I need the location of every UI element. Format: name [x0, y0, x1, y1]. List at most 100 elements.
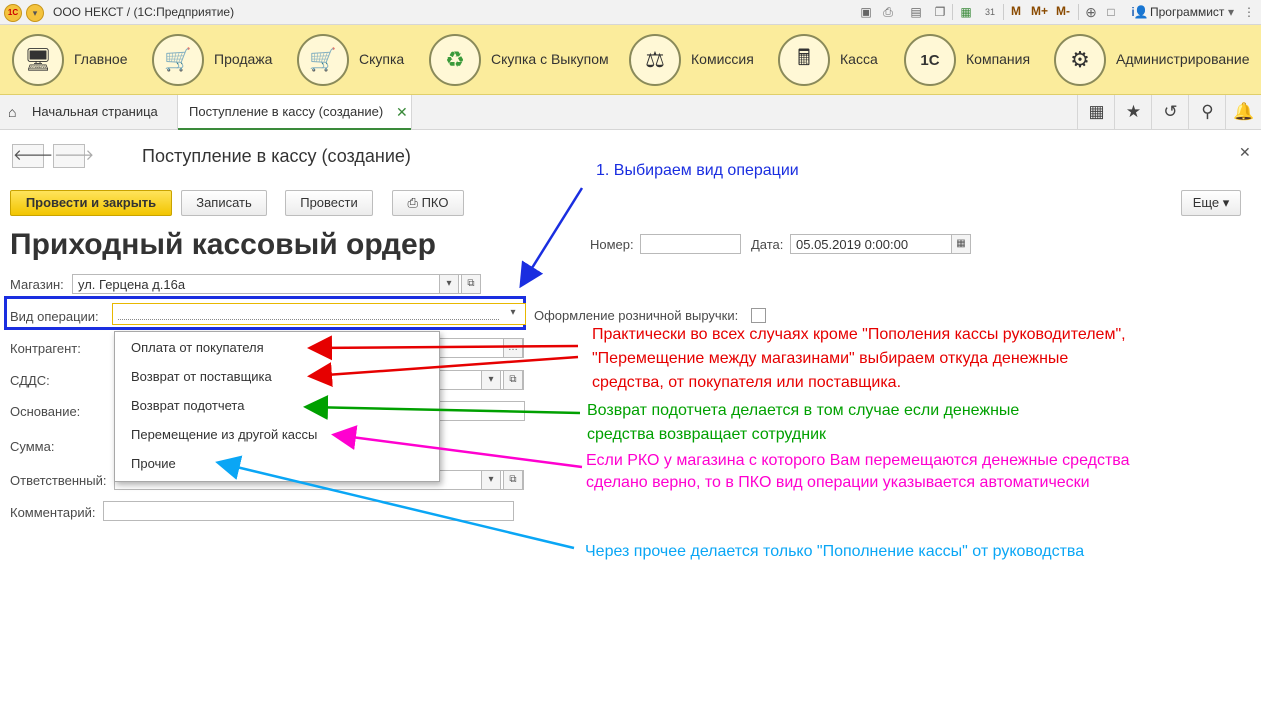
save-icon[interactable]: ▣: [858, 4, 874, 20]
chevron-down-icon[interactable]: ▾: [439, 274, 459, 294]
user-name[interactable]: Программист: [1150, 5, 1224, 19]
memory-button[interactable]: M: [1011, 4, 1021, 18]
history-icon[interactable]: ↺: [1151, 95, 1189, 129]
annotation-step1: 1. Выбираем вид операции: [596, 162, 799, 179]
number-label: Номер:: [590, 237, 634, 252]
tab-home[interactable]: ⌂ Начальная страница: [0, 95, 176, 129]
close-icon[interactable]: ✕: [396, 95, 408, 129]
save-button[interactable]: Записать: [181, 190, 267, 216]
date-input[interactable]: 05.05.2019 0:00:00 ▦: [790, 234, 971, 254]
number-input[interactable]: [640, 234, 741, 254]
shop-label: Магазин:: [10, 277, 64, 292]
copy-icon[interactable]: ❐: [932, 4, 948, 20]
pko-label: ПКО: [421, 195, 449, 210]
tab-label: Начальная страница: [32, 104, 158, 119]
dropdown-item-accountable-return[interactable]: Возврат подотчета: [131, 398, 244, 413]
star-icon[interactable]: ★: [1114, 95, 1152, 129]
scales-icon: ⚖: [629, 34, 681, 86]
cart-down-icon: 🛒: [297, 34, 349, 86]
annotation-red-line1: Практически во всех случаях кроме "Попол…: [592, 326, 1126, 343]
document-icon[interactable]: ▤: [908, 4, 924, 20]
back-button[interactable]: 🡐: [12, 144, 53, 168]
monitor-icon: 🖥: [12, 34, 64, 86]
section-label: Администрирование: [1116, 51, 1250, 67]
post-and-close-button[interactable]: Провести и закрыть: [10, 190, 172, 216]
chevron-down-icon[interactable]: ▾: [503, 304, 523, 324]
bell-icon[interactable]: 🔔: [1225, 95, 1261, 129]
chevron-down-icon[interactable]: ▾: [1223, 4, 1239, 20]
calculator-icon[interactable]: ▦: [958, 4, 974, 20]
cashflow-label: СДДС:: [10, 373, 50, 388]
form-title: Поступление в кассу (создание): [142, 146, 411, 166]
close-icon[interactable]: ✕: [1239, 144, 1251, 161]
dropdown-item-supplier-return[interactable]: Возврат от поставщика: [131, 369, 272, 384]
forward-button[interactable]: 🡒: [53, 144, 94, 168]
dropdown-item-customer-payment[interactable]: Оплата от покупателя: [131, 340, 264, 355]
annotation-cyan-line1: Через прочее делается только "Пополнение…: [585, 543, 1085, 560]
open-icon[interactable]: ⧉: [503, 370, 523, 390]
section-label: Компания: [966, 51, 1031, 67]
counterparty-label: Контрагент:: [10, 341, 81, 356]
annotation-green-line2: средства возвращает сотрудник: [587, 426, 826, 443]
pko-print-button[interactable]: ⎙ ПКО: [392, 190, 464, 216]
1c-logo-icon: 1С: [904, 34, 956, 86]
more-label: Еще: [1192, 195, 1220, 210]
cash-register-icon: 🖩: [778, 34, 830, 86]
ellipsis-icon[interactable]: …: [503, 338, 523, 358]
shop-value: ул. Герцена д.16а: [78, 277, 186, 292]
arrow-blue: [519, 187, 584, 289]
zoom-icon[interactable]: ⊕: [1083, 4, 1099, 20]
chevron-down-icon[interactable]: ▾: [481, 370, 501, 390]
grid-icon[interactable]: ▦: [1077, 95, 1115, 129]
date-label: Дата:: [751, 237, 784, 252]
tab-bar: ⌂ Начальная страница Поступление в кассу…: [0, 95, 1261, 130]
toolbar-separator: [952, 4, 953, 20]
gear-icon: ⚙: [1054, 34, 1106, 86]
1c-logo-icon: 1С: [4, 4, 22, 22]
annotation-red-line2: "Перемещение между магазинами" выбираем …: [592, 350, 1069, 367]
title-bar: 1С ▾ ООО НЕКСТ / (1С:Предприятие) ▣ ⎙ ▤ …: [0, 0, 1261, 25]
home-icon: ⌂: [8, 104, 17, 120]
print-icon: ⎙: [407, 195, 422, 210]
fullscreen-icon[interactable]: □: [1103, 4, 1119, 20]
section-label: Продажа: [214, 51, 273, 67]
section-label: Комиссия: [691, 51, 754, 67]
responsible-label: Ответственный:: [10, 473, 107, 488]
calendar-icon[interactable]: 31: [982, 4, 998, 20]
annotation-magenta-line1: Если РКО у магазина с которого Вам перем…: [586, 452, 1130, 469]
tab-label: Поступление в кассу (создание): [189, 104, 384, 119]
chevron-down-icon: ▾: [1219, 195, 1230, 210]
operation-type-label: Вид операции:: [10, 309, 99, 324]
operation-type-input[interactable]: ▾: [112, 303, 526, 325]
tab-current[interactable]: Поступление в кассу (создание) ✕: [177, 95, 412, 130]
comment-input[interactable]: [103, 501, 514, 521]
chevron-down-icon[interactable]: ▾: [481, 470, 501, 490]
calendar-icon[interactable]: ▦: [951, 234, 971, 254]
dropdown-item-other[interactable]: Прочие: [131, 456, 176, 471]
open-icon[interactable]: ⧉: [461, 274, 481, 294]
memory-plus-button[interactable]: M+: [1031, 4, 1048, 18]
document-heading: Приходный кассовый ордер: [10, 228, 436, 261]
print-icon[interactable]: ⎙: [880, 4, 896, 20]
memory-minus-button[interactable]: M-: [1056, 4, 1070, 18]
section-label: Скупка: [359, 51, 405, 67]
search-icon[interactable]: ⚲: [1188, 95, 1226, 129]
toolbar-separator: [1003, 4, 1004, 20]
user-icon: 👤: [1133, 5, 1149, 19]
main-menu-icon[interactable]: ▾: [26, 4, 44, 22]
retail-revenue-label: Оформление розничной выручки:: [534, 308, 739, 323]
more-button[interactable]: Еще ▾: [1181, 190, 1241, 216]
open-icon[interactable]: ⧉: [503, 470, 523, 490]
retail-revenue-checkbox[interactable]: [751, 308, 766, 323]
toolbar-separator: [1078, 4, 1079, 20]
annotation-red-line3: средства, от покупателя или поставщика.: [592, 374, 902, 391]
post-button[interactable]: Провести: [285, 190, 373, 216]
dropdown-item-other-cashbox-transfer[interactable]: Перемещение из другой кассы: [131, 427, 317, 442]
operation-type-dropdown: Оплата от покупателя Возврат от поставщи…: [114, 331, 440, 482]
app-title: ООО НЕКСТ / (1С:Предприятие): [53, 5, 235, 19]
annotation-green-line1: Возврат подотчета делается в том случае …: [587, 402, 1020, 419]
section-label: Скупка с Выкупом: [491, 51, 609, 67]
window-menu-icon[interactable]: ⋮: [1241, 4, 1257, 20]
cycle-arrows-icon: ♻: [429, 34, 481, 86]
shop-input[interactable]: ул. Герцена д.16а ▾ ⧉: [72, 274, 481, 294]
